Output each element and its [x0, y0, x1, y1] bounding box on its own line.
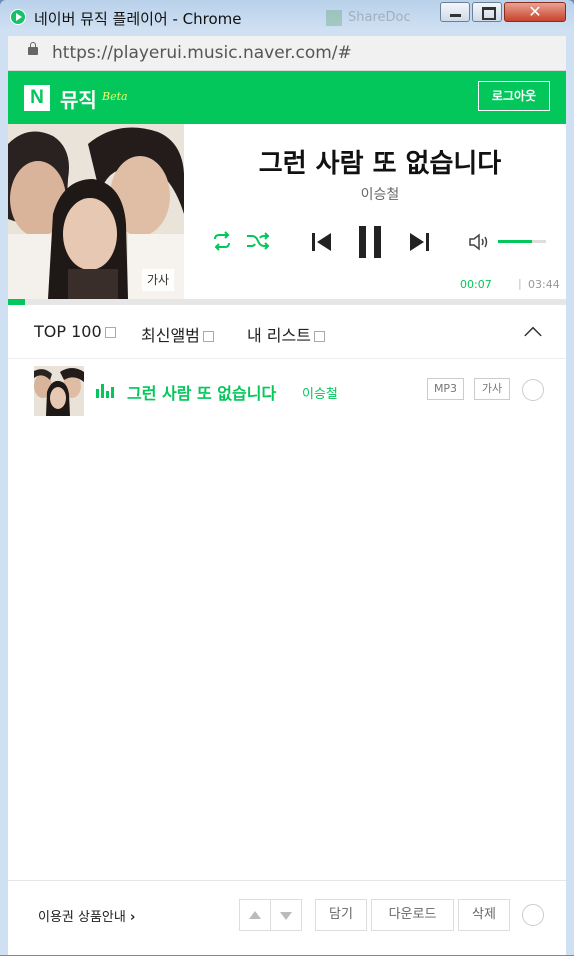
now-playing-artist[interactable]: 이승철 [194, 184, 566, 204]
chevron-right-icon: › [130, 910, 136, 925]
tab-my-list-label: 내 리스트 [247, 326, 311, 345]
window-title: 네이버 뮤직 플레이어 - Chrome [34, 10, 242, 28]
time-current: 00:07 [460, 278, 492, 291]
lyrics-button[interactable]: 가사 [142, 269, 174, 291]
time-separator: | [518, 277, 522, 290]
track-artist[interactable]: 이승철 [302, 383, 338, 402]
title-bar[interactable]: 네이버 뮤직 플레이어 - Chrome ShareDoc ✕ [0, 0, 574, 36]
collapse-chevron-up-icon[interactable] [524, 322, 542, 340]
voucher-label: 이용권 상품안내 [38, 910, 126, 925]
tab-my-list[interactable]: 내 리스트 [247, 322, 325, 346]
naver-logo[interactable]: N [24, 85, 50, 111]
close-icon: ✕ [528, 2, 542, 21]
volume-slider[interactable] [498, 240, 546, 243]
track-title[interactable]: 그런 사람 또 없습니다 [127, 380, 276, 404]
select-all-checkbox[interactable] [522, 904, 544, 926]
track-lyrics-button[interactable]: 가사 [474, 378, 510, 400]
delete-button[interactable]: 삭제 [458, 899, 510, 931]
shuffle-icon[interactable] [246, 231, 270, 251]
new-window-icon [104, 327, 116, 338]
volume-icon[interactable] [468, 232, 492, 252]
tab-latest-albums[interactable]: 최신앨범 [141, 322, 214, 346]
list-footer: 이용권 상품안내 › 담기 다운로드 삭제 [8, 880, 566, 956]
repeat-icon[interactable] [210, 231, 234, 251]
pause-icon[interactable] [357, 224, 383, 260]
track-select-checkbox[interactable] [522, 379, 544, 401]
add-to-list-button[interactable]: 담기 [315, 899, 367, 931]
logout-button[interactable]: 로그아웃 [478, 81, 550, 111]
browser-window: 네이버 뮤직 플레이어 - Chrome ShareDoc ✕ https://… [0, 0, 574, 955]
tab-top100[interactable]: TOP 100 [34, 322, 116, 341]
list-tabs: TOP 100 최신앨범 내 리스트 [8, 305, 566, 359]
url-text[interactable]: https://playerui.music.naver.com/# [52, 43, 352, 63]
time-total: 03:44 [528, 278, 560, 291]
new-window-icon [202, 331, 214, 342]
beta-badge: Beta [102, 90, 128, 103]
player-page: N 뮤직 Beta 로그아웃 가사 그런 사람 또 없습니다 이승철 00:07… [8, 71, 566, 955]
download-button[interactable]: 다운로드 [371, 899, 454, 931]
background-window-tab: ShareDoc [318, 8, 436, 30]
triangle-down-icon [280, 912, 292, 920]
lock-icon [28, 42, 38, 55]
next-track-icon[interactable] [408, 231, 430, 253]
move-down-button[interactable] [270, 899, 302, 931]
track-thumbnail [34, 366, 84, 416]
app-header: N 뮤직 Beta 로그아웃 [8, 71, 566, 124]
sharedoc-icon [326, 10, 342, 26]
playlist-row[interactable]: 그런 사람 또 없습니다 이승철 MP3 가사 [8, 359, 566, 419]
close-button[interactable]: ✕ [504, 2, 566, 22]
album-art: 가사 [8, 124, 184, 299]
maximize-button[interactable] [472, 2, 502, 22]
voucher-link[interactable]: 이용권 상품안내 › [38, 906, 135, 925]
now-playing-title: 그런 사람 또 없습니다 [258, 149, 502, 179]
volume-fill [498, 240, 532, 243]
track-thumbnail-image [34, 366, 84, 416]
previous-track-icon[interactable] [311, 231, 333, 253]
triangle-up-icon [249, 911, 261, 919]
new-window-icon [313, 331, 325, 342]
background-window-label: ShareDoc [348, 10, 411, 25]
mp3-button[interactable]: MP3 [427, 378, 464, 400]
now-playing-equalizer-icon [96, 384, 114, 398]
tab-top100-label: TOP 100 [34, 322, 102, 341]
move-up-button[interactable] [239, 899, 271, 931]
tab-latest-albums-label: 최신앨범 [141, 326, 200, 345]
naver-music-icon [10, 9, 26, 25]
minimize-button[interactable] [440, 2, 470, 22]
music-brand[interactable]: 뮤직 [60, 84, 97, 113]
address-bar[interactable]: https://playerui.music.naver.com/# [8, 36, 566, 71]
